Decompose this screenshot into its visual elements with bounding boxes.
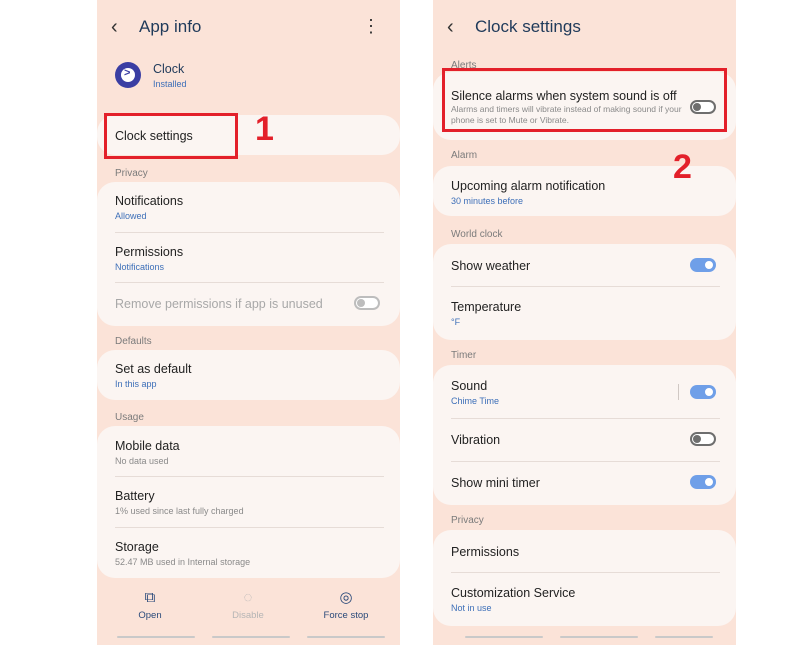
sound-toggle[interactable] bbox=[690, 385, 716, 399]
notifications-status: Allowed bbox=[115, 211, 147, 221]
annotation-number-2: 2 bbox=[673, 148, 692, 186]
show-weather-title: Show weather bbox=[451, 259, 531, 273]
nav-indicator bbox=[465, 636, 543, 638]
privacy-card: Notifications Allowed Permissions Notifi… bbox=[97, 182, 400, 326]
world-clock-card: Show weather Temperature °F bbox=[433, 244, 736, 340]
timer-card: Sound Chime Time Vibration Show mini tim… bbox=[433, 365, 736, 505]
usage-card: Mobile data No data used Battery 1% used… bbox=[97, 426, 400, 578]
clock-app-icon: > bbox=[115, 62, 141, 88]
divider bbox=[115, 232, 384, 233]
storage-status: 52.47 MB used in Internal storage bbox=[115, 557, 251, 567]
page-title: App info bbox=[139, 17, 202, 36]
permissions-item[interactable]: Permissions Notifications bbox=[115, 245, 382, 272]
notifications-title: Notifications bbox=[115, 194, 184, 208]
annotation-number-1: 1 bbox=[255, 110, 274, 148]
show-weather-toggle[interactable] bbox=[690, 258, 716, 272]
privacy-section-label: Privacy bbox=[115, 168, 148, 179]
nav-indicator bbox=[117, 636, 195, 638]
storage-title: Storage bbox=[115, 540, 159, 554]
nav-indicator bbox=[560, 636, 638, 638]
show-weather-item[interactable]: Show weather bbox=[451, 259, 718, 273]
battery-title: Battery bbox=[115, 489, 155, 503]
customization-service-item[interactable]: Customization Service Not in use bbox=[451, 586, 718, 613]
disable-icon: ◌ bbox=[243, 589, 253, 606]
open-button[interactable]: ⧉ Open bbox=[115, 588, 185, 621]
separator-line bbox=[678, 384, 679, 400]
privacy-section-label: Privacy bbox=[451, 515, 484, 526]
mobile-data-item[interactable]: Mobile data No data used bbox=[115, 439, 382, 466]
notifications-item[interactable]: Notifications Allowed bbox=[115, 194, 382, 221]
customization-service-title: Customization Service bbox=[451, 586, 576, 600]
more-options-icon[interactable]: ⋮ bbox=[362, 16, 380, 36]
vibration-title: Vibration bbox=[451, 433, 501, 447]
open-label: Open bbox=[138, 610, 162, 621]
disable-button: ◌ Disable bbox=[213, 588, 283, 621]
force-stop-icon: ◎ bbox=[339, 589, 353, 606]
temperature-item[interactable]: Temperature °F bbox=[451, 300, 718, 327]
show-mini-timer-title: Show mini timer bbox=[451, 476, 540, 490]
set-as-default-title: Set as default bbox=[115, 362, 192, 376]
vibration-item[interactable]: Vibration bbox=[451, 433, 718, 447]
open-external-icon: ⧉ bbox=[144, 589, 156, 606]
nav-indicator bbox=[212, 636, 290, 638]
page-title: Clock settings bbox=[475, 17, 581, 36]
set-as-default-item[interactable]: Set as default In this app bbox=[115, 362, 382, 389]
app-info-header: ‹ App info ⋮ bbox=[97, 14, 400, 40]
set-as-default-status: In this app bbox=[115, 379, 157, 389]
alarm-section-label: Alarm bbox=[451, 150, 478, 161]
battery-item[interactable]: Battery 1% used since last fully charged bbox=[115, 489, 382, 516]
customization-service-status: Not in use bbox=[451, 603, 492, 613]
vibration-toggle[interactable] bbox=[690, 432, 716, 446]
highlight-box-silence-alarms bbox=[442, 68, 727, 132]
permissions-item[interactable]: Permissions bbox=[451, 545, 718, 559]
mobile-data-status: No data used bbox=[115, 456, 169, 466]
temperature-title: Temperature bbox=[451, 300, 522, 314]
back-icon[interactable]: ‹ bbox=[447, 16, 454, 38]
mobile-data-title: Mobile data bbox=[115, 439, 180, 453]
permissions-status: Notifications bbox=[115, 262, 165, 272]
app-actions-bar: ⧉ Open ◌ Disable ◎ Force stop bbox=[97, 588, 400, 628]
timer-section-label: Timer bbox=[451, 350, 477, 361]
force-stop-label: Force stop bbox=[323, 610, 369, 621]
highlight-box-clock-settings bbox=[104, 113, 238, 159]
remove-permissions-label: Remove permissions if app is unused bbox=[115, 297, 323, 311]
divider bbox=[115, 476, 384, 477]
temperature-unit: °F bbox=[451, 317, 461, 327]
defaults-card: Set as default In this app bbox=[97, 350, 400, 400]
divider bbox=[451, 418, 720, 419]
app-name: Clock bbox=[153, 62, 185, 76]
disable-label: Disable bbox=[232, 610, 264, 621]
storage-item[interactable]: Storage 52.47 MB used in Internal storag… bbox=[115, 540, 382, 567]
battery-status: 1% used since last fully charged bbox=[115, 506, 244, 516]
back-icon[interactable]: ‹ bbox=[111, 16, 118, 38]
privacy-card: Permissions Customization Service Not in… bbox=[433, 530, 736, 626]
permissions-title: Permissions bbox=[451, 545, 520, 559]
show-mini-timer-item[interactable]: Show mini timer bbox=[451, 476, 718, 490]
app-info-panel: ‹ App info ⋮ > Clock Installed Clock set… bbox=[97, 0, 400, 645]
defaults-section-label: Defaults bbox=[115, 336, 152, 347]
divider bbox=[451, 286, 720, 287]
app-status: Installed bbox=[153, 79, 187, 89]
nav-indicator bbox=[307, 636, 385, 638]
usage-section-label: Usage bbox=[115, 412, 144, 423]
divider bbox=[115, 527, 384, 528]
permissions-title: Permissions bbox=[115, 245, 184, 259]
nav-indicator bbox=[655, 636, 713, 638]
upcoming-alarm-status: 30 minutes before bbox=[451, 196, 524, 206]
remove-permissions-toggle[interactable] bbox=[354, 296, 380, 310]
show-mini-timer-toggle[interactable] bbox=[690, 475, 716, 489]
clock-settings-header: ‹ Clock settings bbox=[433, 14, 736, 40]
remove-permissions-item[interactable]: Remove permissions if app is unused bbox=[115, 297, 382, 311]
divider bbox=[115, 282, 384, 283]
divider bbox=[451, 572, 720, 573]
world-clock-section-label: World clock bbox=[451, 229, 503, 240]
divider bbox=[451, 461, 720, 462]
force-stop-button[interactable]: ◎ Force stop bbox=[311, 588, 381, 621]
